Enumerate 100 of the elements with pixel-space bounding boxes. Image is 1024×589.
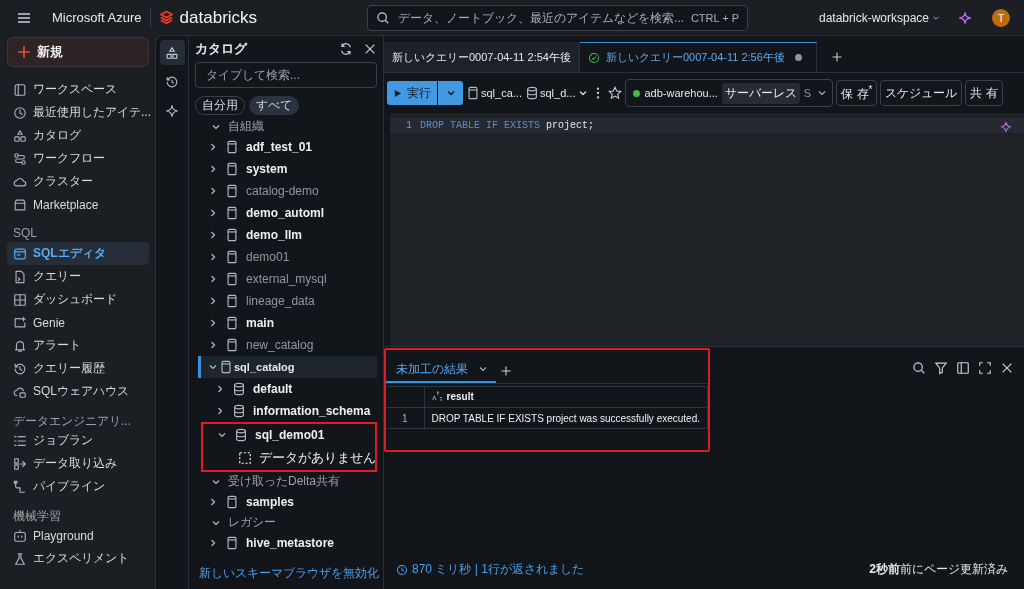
user-avatar[interactable]: T: [992, 8, 1010, 27]
chevron-icon[interactable]: [208, 340, 218, 350]
tree-item[interactable]: new_catalog: [198, 334, 377, 356]
tree-item[interactable]: lineage_data: [198, 290, 377, 312]
ingest-icon: [13, 456, 27, 471]
search-icon[interactable]: [912, 361, 926, 375]
tree-item[interactable]: information_schema: [198, 400, 377, 422]
sidebar-item[interactable]: パイプライン: [7, 475, 149, 498]
close-icon[interactable]: [363, 42, 377, 56]
history-icon: [13, 361, 27, 376]
sidebar-item[interactable]: ワークスペース: [7, 78, 149, 101]
chevron-icon[interactable]: [215, 384, 225, 394]
sidebar-item[interactable]: Genie: [7, 311, 149, 334]
sidebar-item[interactable]: Marketplace: [7, 193, 149, 216]
sidebar-item[interactable]: アラート: [7, 334, 149, 357]
chevron-icon[interactable]: [208, 497, 218, 507]
line-number: 1: [405, 120, 412, 131]
run-button[interactable]: 実行: [387, 81, 437, 105]
sidebar-item[interactable]: ダッシュボード: [7, 288, 149, 311]
panel-title: カタログ: [195, 40, 247, 58]
sidebar-item[interactable]: ジョブラン: [7, 429, 149, 452]
add-tab-icon[interactable]: [830, 51, 843, 63]
search-field[interactable]: タイプして検索...: [195, 62, 377, 88]
chevron-icon[interactable]: [208, 230, 218, 240]
tree-item[interactable]: sql_demo01: [200, 424, 375, 446]
tree-item[interactable]: demo_automl: [198, 202, 377, 224]
chevron-icon: [817, 88, 828, 98]
run-menu-button[interactable]: [438, 81, 463, 105]
fullscreen-icon[interactable]: [978, 361, 992, 375]
tree-item[interactable]: external_mysql: [198, 268, 377, 290]
chevron-icon[interactable]: [208, 362, 218, 372]
tree-item[interactable]: default: [198, 378, 377, 400]
refresh-icon[interactable]: [339, 42, 353, 56]
chevron-icon[interactable]: [208, 142, 218, 152]
new-button[interactable]: 新規: [7, 37, 149, 67]
schema-selector[interactable]: sql_d...: [524, 86, 576, 100]
chevron-icon[interactable]: [208, 252, 218, 262]
sidebar-panel-icon[interactable]: [956, 361, 970, 375]
query-tab[interactable]: 新しいクエリー0007-04-11 2:56午後: [579, 42, 817, 72]
query-tab[interactable]: 新しいクエリー0007-04-11 2:54午後: [384, 42, 580, 72]
column-header[interactable]: result: [424, 386, 708, 408]
sidebar-item[interactable]: Playground: [7, 524, 149, 547]
catalog-selector[interactable]: sql_ca...: [466, 86, 522, 100]
toolbar-button[interactable]: スケジュール: [880, 80, 963, 106]
tree-section[interactable]: 自組織: [198, 117, 377, 136]
chevron-icon[interactable]: [208, 538, 218, 548]
filter-chip[interactable]: すべて: [249, 96, 299, 115]
shortcut-hint: CTRL + P: [690, 11, 740, 24]
sidebar-item[interactable]: ワークフロー: [7, 147, 149, 170]
tree-item[interactable]: main: [198, 312, 377, 334]
tree-item[interactable]: catalog-demo: [198, 180, 377, 202]
filter-icon[interactable]: [934, 361, 948, 375]
close-icon[interactable]: [1000, 361, 1014, 375]
chevron-icon[interactable]: [215, 406, 225, 416]
tree-item[interactable]: sql_catalog: [198, 356, 377, 378]
chevron-icon[interactable]: [208, 296, 218, 306]
sparkle-icon[interactable]: [1000, 121, 1012, 133]
add-tab-icon[interactable]: [500, 364, 512, 377]
sidebar-item[interactable]: カタログ: [7, 124, 149, 147]
chevron-icon[interactable]: [208, 274, 218, 284]
database-icon: [234, 428, 248, 442]
result-tab[interactable]: 未加工の結果: [386, 357, 496, 383]
pipe-icon: [13, 479, 27, 494]
chevron-icon[interactable]: [208, 164, 218, 174]
chevron-icon[interactable]: [578, 88, 589, 98]
star-icon[interactable]: [608, 86, 623, 100]
tree-item[interactable]: adf_test_01: [198, 136, 377, 158]
sidebar-item[interactable]: クラスター: [7, 170, 149, 193]
warehouse-selector[interactable]: adb-warehou... サーバーレス S: [625, 79, 834, 107]
sidebar-item[interactable]: SQLエディタ: [7, 242, 149, 265]
tree-item[interactable]: demo01: [198, 246, 377, 268]
tree-section[interactable]: 受け取ったDelta共有: [198, 472, 377, 491]
chevron-icon[interactable]: [208, 186, 218, 196]
sidebar-item[interactable]: SQLウェアハウス: [7, 380, 149, 403]
catalog-icon: [466, 86, 480, 100]
sidebar-item[interactable]: エクスペリメント: [7, 547, 149, 570]
sidebar-item[interactable]: クエリー履歴: [7, 357, 149, 380]
chevron-icon[interactable]: [217, 430, 227, 440]
section-header: SQL: [12, 225, 38, 242]
toolbar-button[interactable]: 共 有: [965, 80, 1003, 106]
catalog-icon: [225, 495, 239, 509]
sparkle-icon[interactable]: [958, 10, 972, 25]
tree-section[interactable]: レガシー: [198, 513, 377, 532]
tree-item[interactable]: samples: [198, 491, 377, 513]
workspace-switcher[interactable]: databrick-workspace: [818, 10, 940, 25]
tree-item[interactable]: demo_llm: [198, 224, 377, 246]
search-field[interactable]: データ、ノートブック、最近のアイテムなどを検索... CTRL + P: [367, 4, 749, 31]
catalog-tab-icon[interactable]: [159, 40, 185, 65]
sidebar-item[interactable]: データ取り込み: [7, 452, 149, 475]
code-line: DROP TABLE IF EXISTS project;: [420, 120, 595, 131]
toolbar-button[interactable]: 保 存$^{*}$: [836, 80, 878, 106]
bell-icon: [13, 338, 27, 353]
chevron-icon[interactable]: [208, 208, 218, 218]
sidebar-item[interactable]: 最近使用したアイテ...: [7, 101, 149, 124]
tree-item[interactable]: system: [198, 158, 377, 180]
disable-link[interactable]: 新しいスキーマブラウザを無効化: [199, 565, 379, 582]
chevron-icon[interactable]: [208, 318, 218, 328]
tree-item[interactable]: hive_metastore: [198, 532, 377, 554]
plus-icon: [17, 45, 31, 59]
sidebar-item[interactable]: クエリー: [7, 265, 149, 288]
